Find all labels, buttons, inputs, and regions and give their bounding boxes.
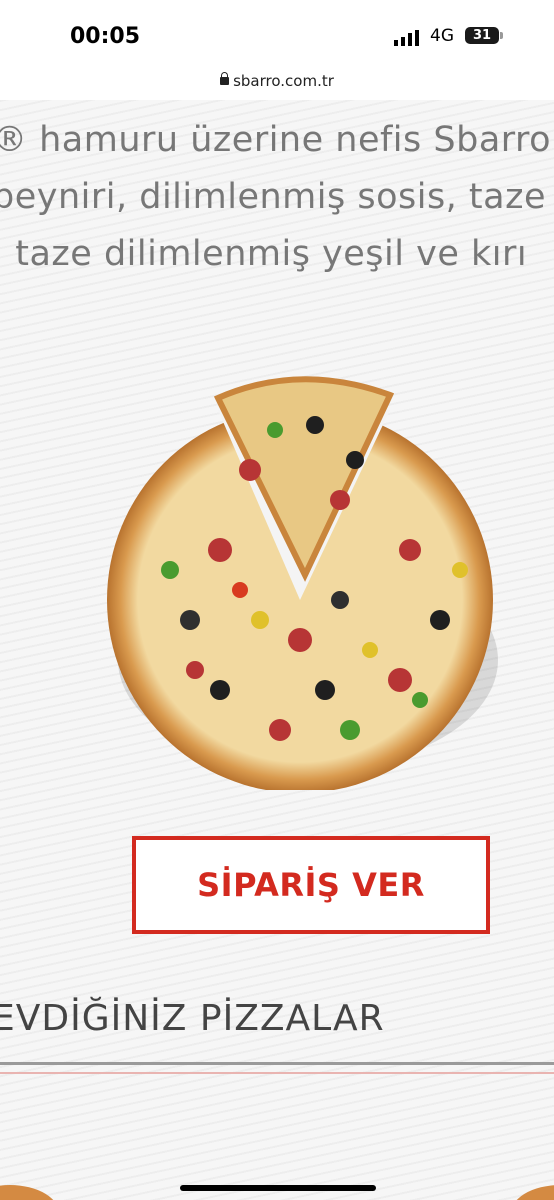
network-type: 4G xyxy=(430,26,454,46)
description-line: ® hamuru üzerine nefis Sbarro xyxy=(0,120,552,160)
divider xyxy=(0,1062,554,1065)
battery-level: 31 xyxy=(472,28,492,43)
section-heading: EVDİĞİNİZ PİZZALAR xyxy=(0,998,385,1039)
address-bar[interactable]: sbarro.com.tr xyxy=(0,72,554,100)
home-indicator xyxy=(180,1185,376,1191)
product-description: ® hamuru üzerine nefis Sbarro peyniri, d… xyxy=(0,112,554,283)
lock-icon xyxy=(220,72,230,85)
battery-cap xyxy=(500,32,503,39)
pizza-image xyxy=(107,376,498,790)
description-line: peyniri, dilimlenmiş sosis, taze xyxy=(0,177,547,217)
cellular-signal-icon xyxy=(394,30,419,46)
pizza-thumbnail[interactable] xyxy=(510,1185,554,1200)
divider xyxy=(0,1072,554,1074)
order-button[interactable]: SİPARİŞ VER xyxy=(132,836,490,934)
battery-icon: 31 xyxy=(465,27,499,44)
page-content[interactable]: ® hamuru üzerine nefis Sbarro peyniri, d… xyxy=(0,100,554,1200)
description-line: , taze dilimlenmiş yeşil ve kırı xyxy=(0,234,528,274)
pizza-thumbnail[interactable] xyxy=(0,1185,60,1200)
status-time: 00:05 xyxy=(70,24,141,49)
status-bar: 00:05 4G 31 xyxy=(0,0,554,72)
url-text: sbarro.com.tr xyxy=(233,72,334,90)
